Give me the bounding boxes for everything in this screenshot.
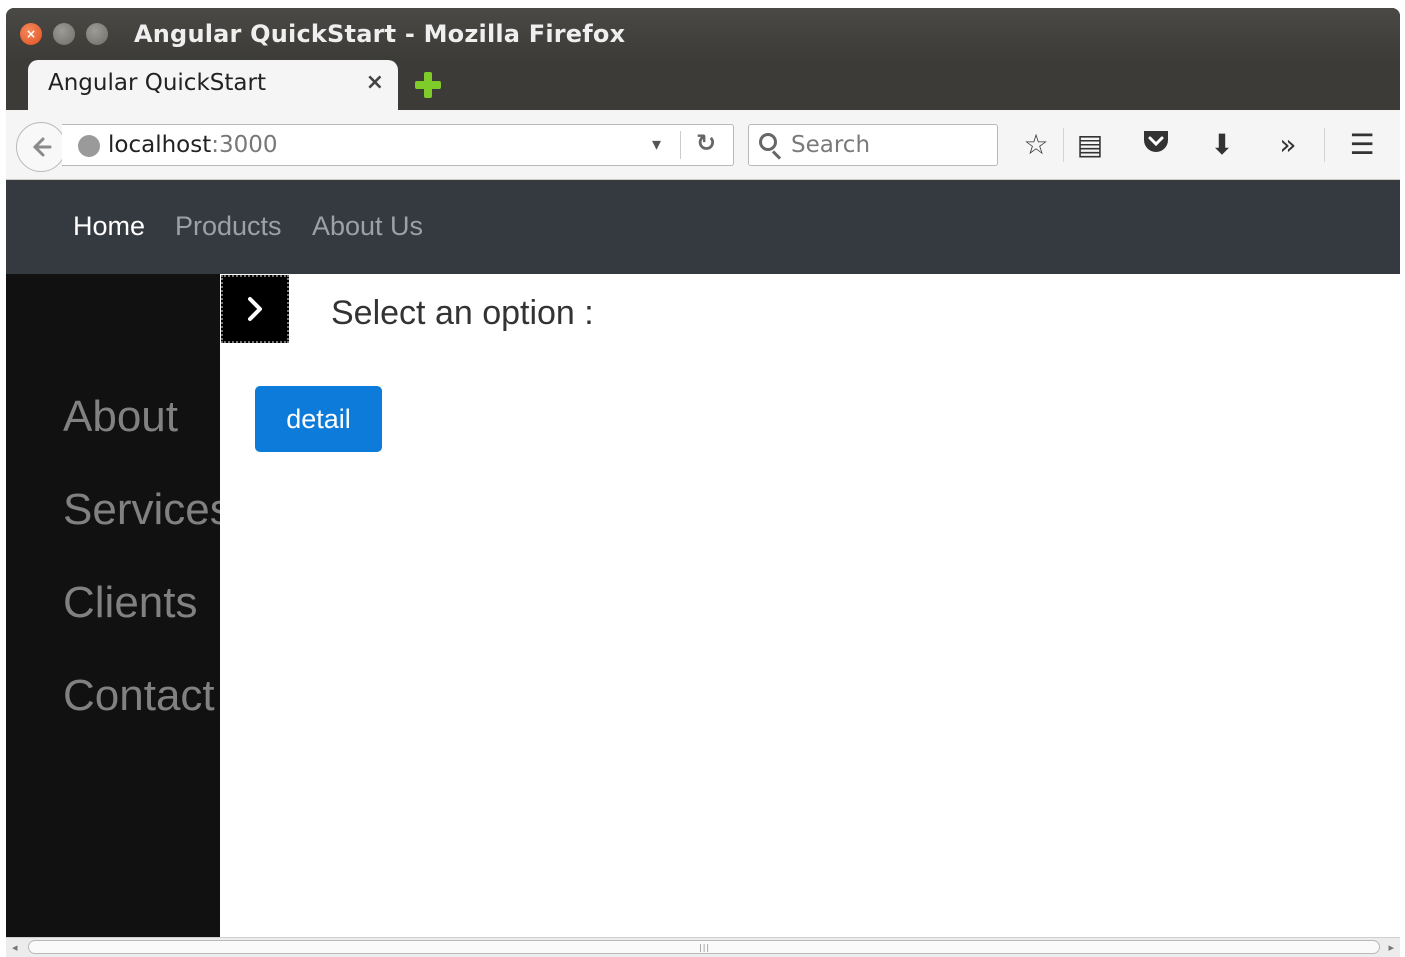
- nav-link-products[interactable]: Products: [175, 211, 282, 242]
- scroll-right-arrow-icon[interactable]: ▸: [1388, 941, 1394, 954]
- pocket-icon[interactable]: [1136, 128, 1176, 162]
- tab-strip: Angular QuickStart ×: [6, 60, 1400, 110]
- back-arrow-icon: [32, 137, 52, 157]
- sidebar-item-about[interactable]: About: [63, 392, 178, 442]
- url-text[interactable]: localhost:3000: [108, 132, 278, 158]
- bookmark-star-icon[interactable]: ☆: [1016, 128, 1056, 162]
- scrollbar-thumb[interactable]: |||: [28, 940, 1380, 954]
- reading-list-icon[interactable]: ▤: [1070, 128, 1110, 162]
- page-viewport: Home Products About Us About Services Cl…: [6, 181, 1400, 937]
- download-icon[interactable]: ⬇: [1202, 128, 1242, 162]
- overflow-icon[interactable]: »: [1268, 128, 1308, 162]
- scrollbar-grip-icon: |||: [699, 943, 711, 952]
- window-minimize-button[interactable]: [53, 23, 75, 45]
- sidebar-item-services[interactable]: Services: [63, 485, 220, 535]
- horizontal-scrollbar[interactable]: ◂ ||| ▸: [6, 937, 1400, 957]
- reload-icon[interactable]: ↻: [696, 129, 716, 157]
- history-dropdown-icon[interactable]: ▾: [652, 134, 661, 155]
- menu-icon[interactable]: ☰: [1342, 128, 1382, 162]
- search-input[interactable]: Search: [748, 124, 998, 166]
- scroll-left-arrow-icon[interactable]: ◂: [12, 941, 18, 954]
- sidebar-item-contact[interactable]: Contact: [63, 671, 215, 721]
- toolbar-divider: [1324, 128, 1325, 162]
- toolbar-divider: [1063, 128, 1064, 162]
- search-icon: [759, 133, 777, 151]
- side-nav: About Services Clients Contact: [6, 274, 220, 937]
- navigation-toolbar: localhost:3000 ▾ ↻ Search ☆ ▤ ⬇ » ☰: [6, 110, 1400, 180]
- tab-close-icon[interactable]: ×: [366, 70, 384, 95]
- nav-link-home[interactable]: Home: [73, 211, 145, 242]
- pocket-shape-icon: [1144, 131, 1168, 152]
- sidebar-toggle-button[interactable]: [221, 275, 289, 343]
- window-close-button[interactable]: ×: [20, 23, 42, 45]
- new-tab-plus-icon[interactable]: [415, 72, 441, 98]
- site-navbar: Home Products About Us: [6, 181, 1400, 274]
- window-title: Angular QuickStart - Mozilla Firefox: [134, 20, 626, 48]
- url-bar[interactable]: localhost:3000 ▾ ↻: [62, 124, 734, 166]
- url-divider: [680, 131, 681, 159]
- window-maximize-button[interactable]: [86, 23, 108, 45]
- browser-window: × Angular QuickStart - Mozilla Firefox A…: [6, 8, 1400, 957]
- sidebar-item-clients[interactable]: Clients: [63, 578, 198, 628]
- globe-icon: [78, 135, 100, 157]
- back-button[interactable]: [16, 122, 66, 172]
- nav-link-about-us[interactable]: About Us: [312, 211, 423, 242]
- search-placeholder: Search: [791, 132, 871, 158]
- tab-title: Angular QuickStart: [48, 70, 266, 96]
- page-title: Select an option :: [331, 294, 594, 332]
- chevron-right-icon: [248, 297, 262, 321]
- title-bar: × Angular QuickStart - Mozilla Firefox: [6, 8, 1400, 60]
- detail-button[interactable]: detail: [255, 386, 382, 452]
- tab-angular-quickstart[interactable]: Angular QuickStart ×: [28, 60, 398, 110]
